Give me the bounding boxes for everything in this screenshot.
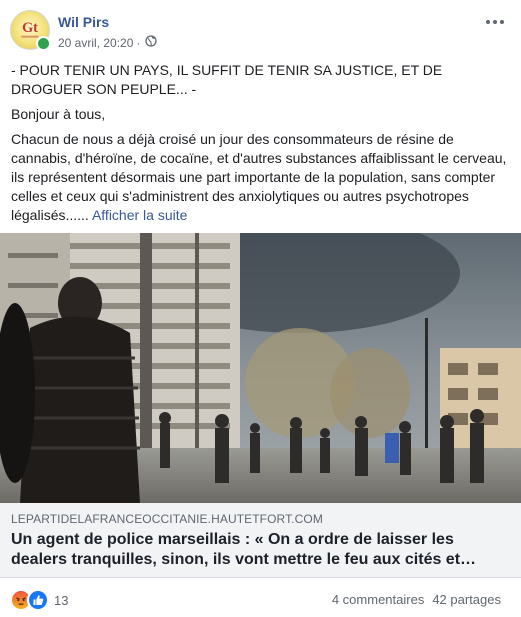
link-domain: LEPARTIDELAFRANCEOCCITANIE.HAUTETFORT.CO… bbox=[11, 512, 323, 526]
comments-count-link[interactable]: 4 commentaires bbox=[332, 592, 424, 607]
post-timestamp[interactable]: 20 avril, 20:20 bbox=[58, 36, 133, 50]
svg-text:Gt: Gt bbox=[22, 20, 38, 36]
shares-count-link[interactable]: 42 partages bbox=[432, 592, 501, 607]
author-name[interactable]: Wil Pirs bbox=[58, 14, 109, 30]
post-meta: 20 avril, 20:20 · bbox=[58, 35, 158, 50]
post-text: - POUR TENIR UN PAYS, IL SUFFIT DE TENIR… bbox=[11, 61, 511, 231]
post-header: Gt Wil Pirs 20 avril, 20:20 · bbox=[0, 0, 521, 56]
see-more-link[interactable]: Afficher la suite bbox=[92, 207, 187, 223]
like-reaction-icon bbox=[27, 589, 49, 611]
post-options-button[interactable] bbox=[483, 14, 507, 30]
link-preview[interactable]: LEPARTIDELAFRANCEOCCITANIE.HAUTETFORT.CO… bbox=[0, 503, 521, 578]
reactions-summary[interactable]: 13 bbox=[10, 589, 68, 611]
reaction-count: 13 bbox=[54, 592, 69, 608]
post-paragraph-title: - POUR TENIR UN PAYS, IL SUFFIT DE TENIR… bbox=[11, 62, 443, 97]
online-status-dot bbox=[36, 36, 51, 51]
post-footer: 13 4 commentaires 42 partages bbox=[0, 578, 521, 617]
more-dots-icon bbox=[486, 20, 490, 24]
author-avatar[interactable]: Gt bbox=[10, 10, 51, 51]
engagement-stats: 4 commentaires 42 partages bbox=[332, 592, 501, 607]
post-body-truncated: Chacun de nous a déjà croisé un jour des… bbox=[11, 131, 507, 223]
meta-separator: · bbox=[136, 35, 141, 50]
post-paragraph-greeting: Bonjour à tous, bbox=[11, 106, 106, 122]
link-headline[interactable]: Un agent de police marseillais : « On a … bbox=[11, 530, 481, 570]
globe-icon bbox=[145, 35, 158, 50]
street-scene-photo bbox=[0, 233, 521, 503]
post-paragraph-body: Chacun de nous a déjà croisé un jour des… bbox=[11, 130, 511, 225]
facebook-post: Gt Wil Pirs 20 avril, 20:20 · - POUR TEN… bbox=[0, 0, 521, 617]
link-preview-image[interactable]: i bbox=[0, 233, 521, 503]
